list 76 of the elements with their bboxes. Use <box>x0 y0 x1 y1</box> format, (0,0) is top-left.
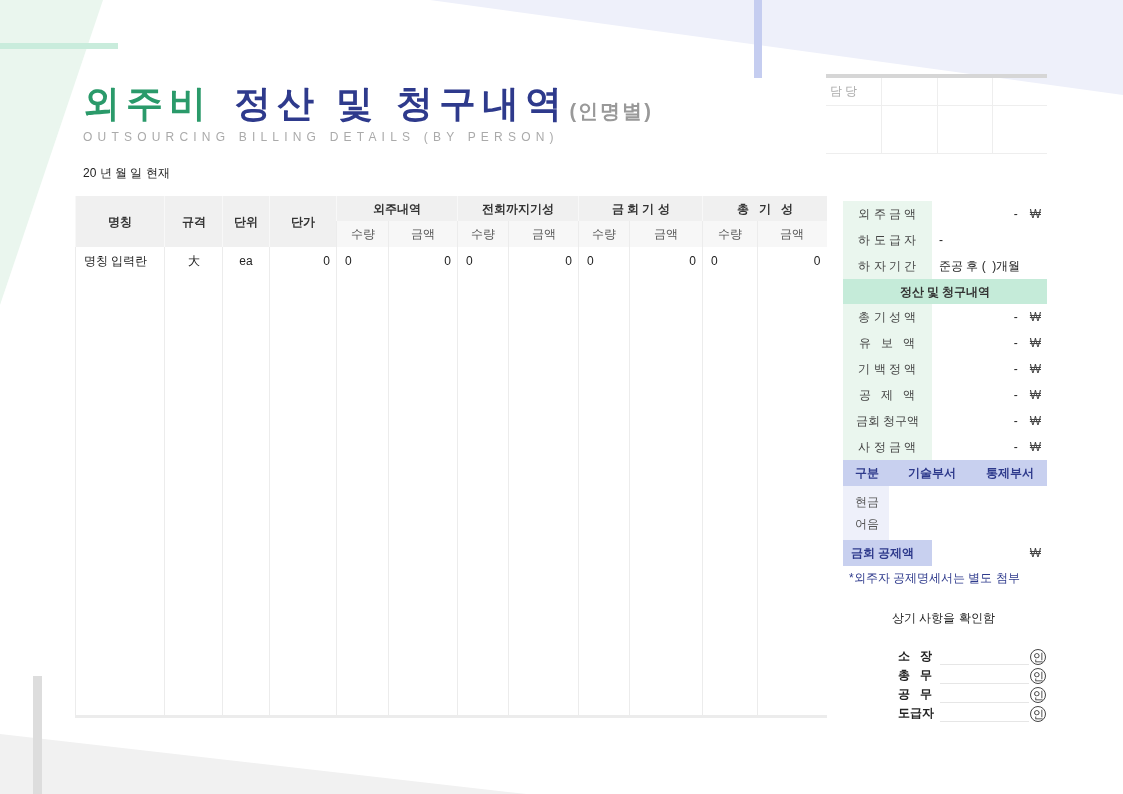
field-value: - <box>1013 309 1018 326</box>
currency-symbol: ₩ <box>1029 206 1041 223</box>
column-group-header: 외주내역 <box>336 196 458 221</box>
signature-label: 공 무 <box>898 687 932 701</box>
currency-symbol: ₩ <box>1029 387 1041 404</box>
column-group-header: 금 회 기 성 <box>578 196 703 221</box>
signature-label: 총 무 <box>898 668 932 682</box>
field-value: - <box>1013 387 1018 404</box>
field-value: - <box>1013 335 1018 352</box>
column-header: 단가 <box>269 196 337 247</box>
table-cell: ea <box>239 253 253 268</box>
field-label: 어음 <box>855 516 879 533</box>
field-label: 공 제 액 <box>859 387 916 404</box>
table-cell: 0 <box>689 253 696 268</box>
payment-label-background <box>843 486 889 540</box>
column-header: 수량 <box>578 221 630 247</box>
table-cell: 0 <box>711 253 718 268</box>
table-cell: 0 <box>587 253 594 268</box>
column-header: 수량 <box>336 221 389 247</box>
field-label: 기 백 정 액 <box>858 361 917 378</box>
field-value: - <box>1013 413 1018 430</box>
field-label: 사 정 금 액 <box>858 439 917 456</box>
table-cell: 0 <box>323 253 330 268</box>
approval-label: 담 당 <box>830 84 858 98</box>
title-text: 외주비 <box>83 85 212 122</box>
signature-label: 소 장 <box>898 649 932 663</box>
column-header: 명칭 <box>75 196 165 247</box>
table-cell: 0 <box>444 253 451 268</box>
currency-symbol: ₩ <box>1029 309 1041 326</box>
column-header: 금액 <box>757 221 827 247</box>
approval-cell <box>991 78 1047 106</box>
currency-symbol: ₩ <box>1029 335 1041 352</box>
field-label: 현금 <box>855 494 879 511</box>
currency-symbol: ₩ <box>1029 545 1041 562</box>
table-cell: 0 <box>466 253 473 268</box>
note-text: *외주자 공제명세서는 별도 첨부 <box>849 571 1020 585</box>
table-cell: 명칭 입력란 <box>84 253 148 268</box>
field-value: - <box>939 232 943 249</box>
table-cell: 0 <box>813 253 821 268</box>
column-header: 금액 <box>388 221 458 247</box>
currency-symbol: ₩ <box>1029 439 1041 456</box>
table-cell: 大 <box>187 253 200 268</box>
confirmation-text: 상기 사항을 확인함 <box>892 611 995 625</box>
title-text: 정산 및 청구내역 <box>234 85 568 122</box>
signature-label: 도급자 <box>898 706 934 720</box>
column-header: 통제부서 <box>986 466 1034 480</box>
column-header: 금액 <box>629 221 703 247</box>
column-header: 규격 <box>164 196 223 247</box>
currency-symbol: ₩ <box>1029 413 1041 430</box>
column-group-header: 전회까지기성 <box>457 196 579 221</box>
field-label: 금회 청구액 <box>855 413 920 430</box>
section-title: 정산 및 청구내역 <box>899 283 991 301</box>
field-label: 유 보 액 <box>859 335 916 352</box>
field-label: 총 기 성 액 <box>858 309 917 326</box>
field-value: - <box>1013 439 1018 456</box>
column-header: 구분 <box>855 466 879 480</box>
field-label: 외 주 금 액 <box>858 206 917 223</box>
field-value: - <box>1013 361 1018 378</box>
column-header: 기술부서 <box>908 466 956 480</box>
date-line: 20 년 월 일 현재 <box>83 166 170 180</box>
subtitle: OUTSOURCING BILLING DETAILS (BY PERSON) <box>83 130 559 144</box>
currency-symbol: ₩ <box>1029 361 1041 378</box>
table-cell: 0 <box>345 253 352 268</box>
approval-cell <box>936 78 992 106</box>
column-header: 수량 <box>702 221 758 247</box>
field-label: 금회 공제액 <box>851 545 915 562</box>
field-label: 하 도 급 자 <box>858 232 917 249</box>
column-group-header: 총 기 성 <box>702 196 827 221</box>
column-header: 수량 <box>457 221 509 247</box>
table-cell: 0 <box>565 253 572 268</box>
column-header: 단위 <box>222 196 270 247</box>
field-value: - <box>1013 206 1018 223</box>
title-suffix: (인명별) <box>569 101 653 121</box>
column-header: 금액 <box>508 221 579 247</box>
field-value: 준공 후 ( )개월 <box>939 258 1021 275</box>
field-label: 하 자 기 간 <box>858 258 917 275</box>
